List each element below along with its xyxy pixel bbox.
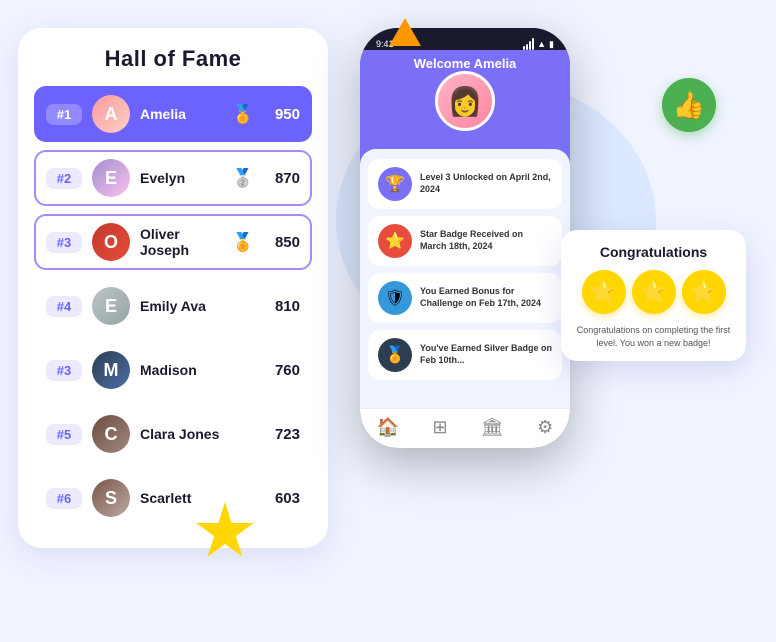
hof-name-5: Madison bbox=[140, 362, 254, 378]
avatar-7: S bbox=[92, 479, 130, 517]
phone-content: 🏆 Level 3 Unlocked on April 2nd, 2024 ⭐ … bbox=[360, 149, 570, 408]
hof-item-3[interactable]: #3 O Oliver Joseph 🏅 850 bbox=[34, 214, 312, 270]
signal-icon bbox=[523, 38, 534, 50]
hof-name-7: Scarlett bbox=[140, 490, 254, 506]
hof-score-7: 603 bbox=[264, 490, 300, 507]
rank-badge-1: #1 bbox=[46, 104, 82, 125]
nav-building-icon[interactable]: 🏛 bbox=[481, 417, 504, 438]
stars-row: ⭐ ⭐ ⭐ bbox=[575, 270, 732, 314]
nav-settings-icon[interactable]: ⚙ bbox=[537, 417, 553, 438]
thumbs-up-icon: 👍 bbox=[662, 78, 716, 132]
star-1: ⭐ bbox=[582, 270, 626, 314]
congrats-message: Congratulations on completing the first … bbox=[575, 324, 732, 349]
medal-3: 🏅 bbox=[232, 232, 254, 253]
hof-item-2[interactable]: #2 E Evelyn 🥈 870 bbox=[34, 150, 312, 206]
phone-screen: Welcome Amelia 👩 🏆 Level 3 Unlocked on A… bbox=[360, 50, 570, 448]
activity-text-3: You Earned Bonus for Challenge on Feb 17… bbox=[420, 286, 552, 309]
rank-badge-5: #3 bbox=[46, 360, 82, 381]
hof-score-2: 870 bbox=[264, 170, 300, 187]
star-3: ⭐ bbox=[682, 270, 726, 314]
avatar-1: A bbox=[92, 95, 130, 133]
hall-of-fame-title: Hall of Fame bbox=[34, 46, 312, 72]
hof-item-1[interactable]: #1 A Amelia 🏅 950 bbox=[34, 86, 312, 142]
activity-item-3[interactable]: 🛡 You Earned Bonus for Challenge on Feb … bbox=[368, 273, 562, 323]
activity-item-2[interactable]: ⭐ Star Badge Received on March 18th, 202… bbox=[368, 216, 562, 266]
avatar-3: O bbox=[92, 223, 130, 261]
welcome-text: Welcome Amelia bbox=[360, 56, 570, 71]
wifi-icon: ▲ bbox=[537, 39, 546, 49]
activity-icon-1: 🏆 bbox=[378, 167, 412, 201]
battery-icon: ▮ bbox=[549, 39, 554, 50]
hof-item-4[interactable]: #4 E Emily Ava 810 bbox=[34, 278, 312, 334]
hof-score-5: 760 bbox=[264, 362, 300, 379]
avatar-2: E bbox=[92, 159, 130, 197]
avatar-4: E bbox=[92, 287, 130, 325]
triangle-decoration bbox=[389, 18, 421, 46]
activity-text-2: Star Badge Received on March 18th, 2024 bbox=[420, 229, 552, 252]
hof-item-7[interactable]: #6 S Scarlett 603 bbox=[34, 470, 312, 526]
nav-grid-icon[interactable]: ⊞ bbox=[432, 417, 447, 438]
medal-1: 🏅 bbox=[232, 104, 254, 125]
avatar-6: C bbox=[92, 415, 130, 453]
activity-icon-2: ⭐ bbox=[378, 224, 412, 258]
status-icons: ▲ ▮ bbox=[523, 38, 554, 50]
phone-user-avatar: 👩 bbox=[435, 71, 495, 131]
rank-badge-4: #4 bbox=[46, 296, 82, 317]
hof-name-6: Clara Jones bbox=[140, 426, 254, 442]
rank-badge-3: #3 bbox=[46, 232, 82, 253]
nav-home-icon[interactable]: 🏠 bbox=[377, 417, 399, 438]
rank-badge-2: #2 bbox=[46, 168, 82, 189]
rank-badge-6: #5 bbox=[46, 424, 82, 445]
hall-of-fame-list: #1 A Amelia 🏅 950 #2 E Evelyn 🥈 870 #3 O… bbox=[34, 86, 312, 526]
star-2: ⭐ bbox=[632, 270, 676, 314]
congrats-popup: Congratulations ⭐ ⭐ ⭐ Congratulations on… bbox=[561, 230, 746, 361]
phone-avatar-container: 👩 bbox=[360, 71, 570, 131]
hof-score-4: 810 bbox=[264, 298, 300, 315]
activity-icon-3: 🛡 bbox=[378, 281, 412, 315]
avatar-5: M bbox=[92, 351, 130, 389]
hof-name-3: Oliver Joseph bbox=[140, 226, 222, 258]
hall-of-fame-card: Hall of Fame #1 A Amelia 🏅 950 #2 E Evel… bbox=[18, 28, 328, 548]
hof-name-4: Emily Ava bbox=[140, 298, 254, 314]
activity-item-1[interactable]: 🏆 Level 3 Unlocked on April 2nd, 2024 bbox=[368, 159, 562, 209]
activity-icon-4: 🏅 bbox=[378, 338, 412, 372]
rank-badge-7: #6 bbox=[46, 488, 82, 509]
medal-2: 🥈 bbox=[232, 168, 254, 189]
hof-name-1: Amelia bbox=[140, 106, 222, 122]
phone-mockup: 9:41 ▲ ▮ Welcome Amelia 👩 🏆 Level 3 Unlo… bbox=[360, 28, 570, 448]
activity-item-4[interactable]: 🏅 You've Earned Silver Badge on Feb 10th… bbox=[368, 330, 562, 380]
hof-score-6: 723 bbox=[264, 426, 300, 443]
activity-text-1: Level 3 Unlocked on April 2nd, 2024 bbox=[420, 172, 552, 195]
hof-score-3: 850 bbox=[264, 234, 300, 251]
hof-item-5[interactable]: #3 M Madison 760 bbox=[34, 342, 312, 398]
hof-item-6[interactable]: #5 C Clara Jones 723 bbox=[34, 406, 312, 462]
congrats-title: Congratulations bbox=[575, 244, 732, 260]
activity-text-4: You've Earned Silver Badge on Feb 10th..… bbox=[420, 343, 552, 366]
hof-name-2: Evelyn bbox=[140, 170, 222, 186]
phone-header: Welcome Amelia 👩 bbox=[360, 50, 570, 149]
phone-nav: 🏠 ⊞ 🏛 ⚙ bbox=[360, 408, 570, 448]
hof-score-1: 950 bbox=[264, 106, 300, 123]
